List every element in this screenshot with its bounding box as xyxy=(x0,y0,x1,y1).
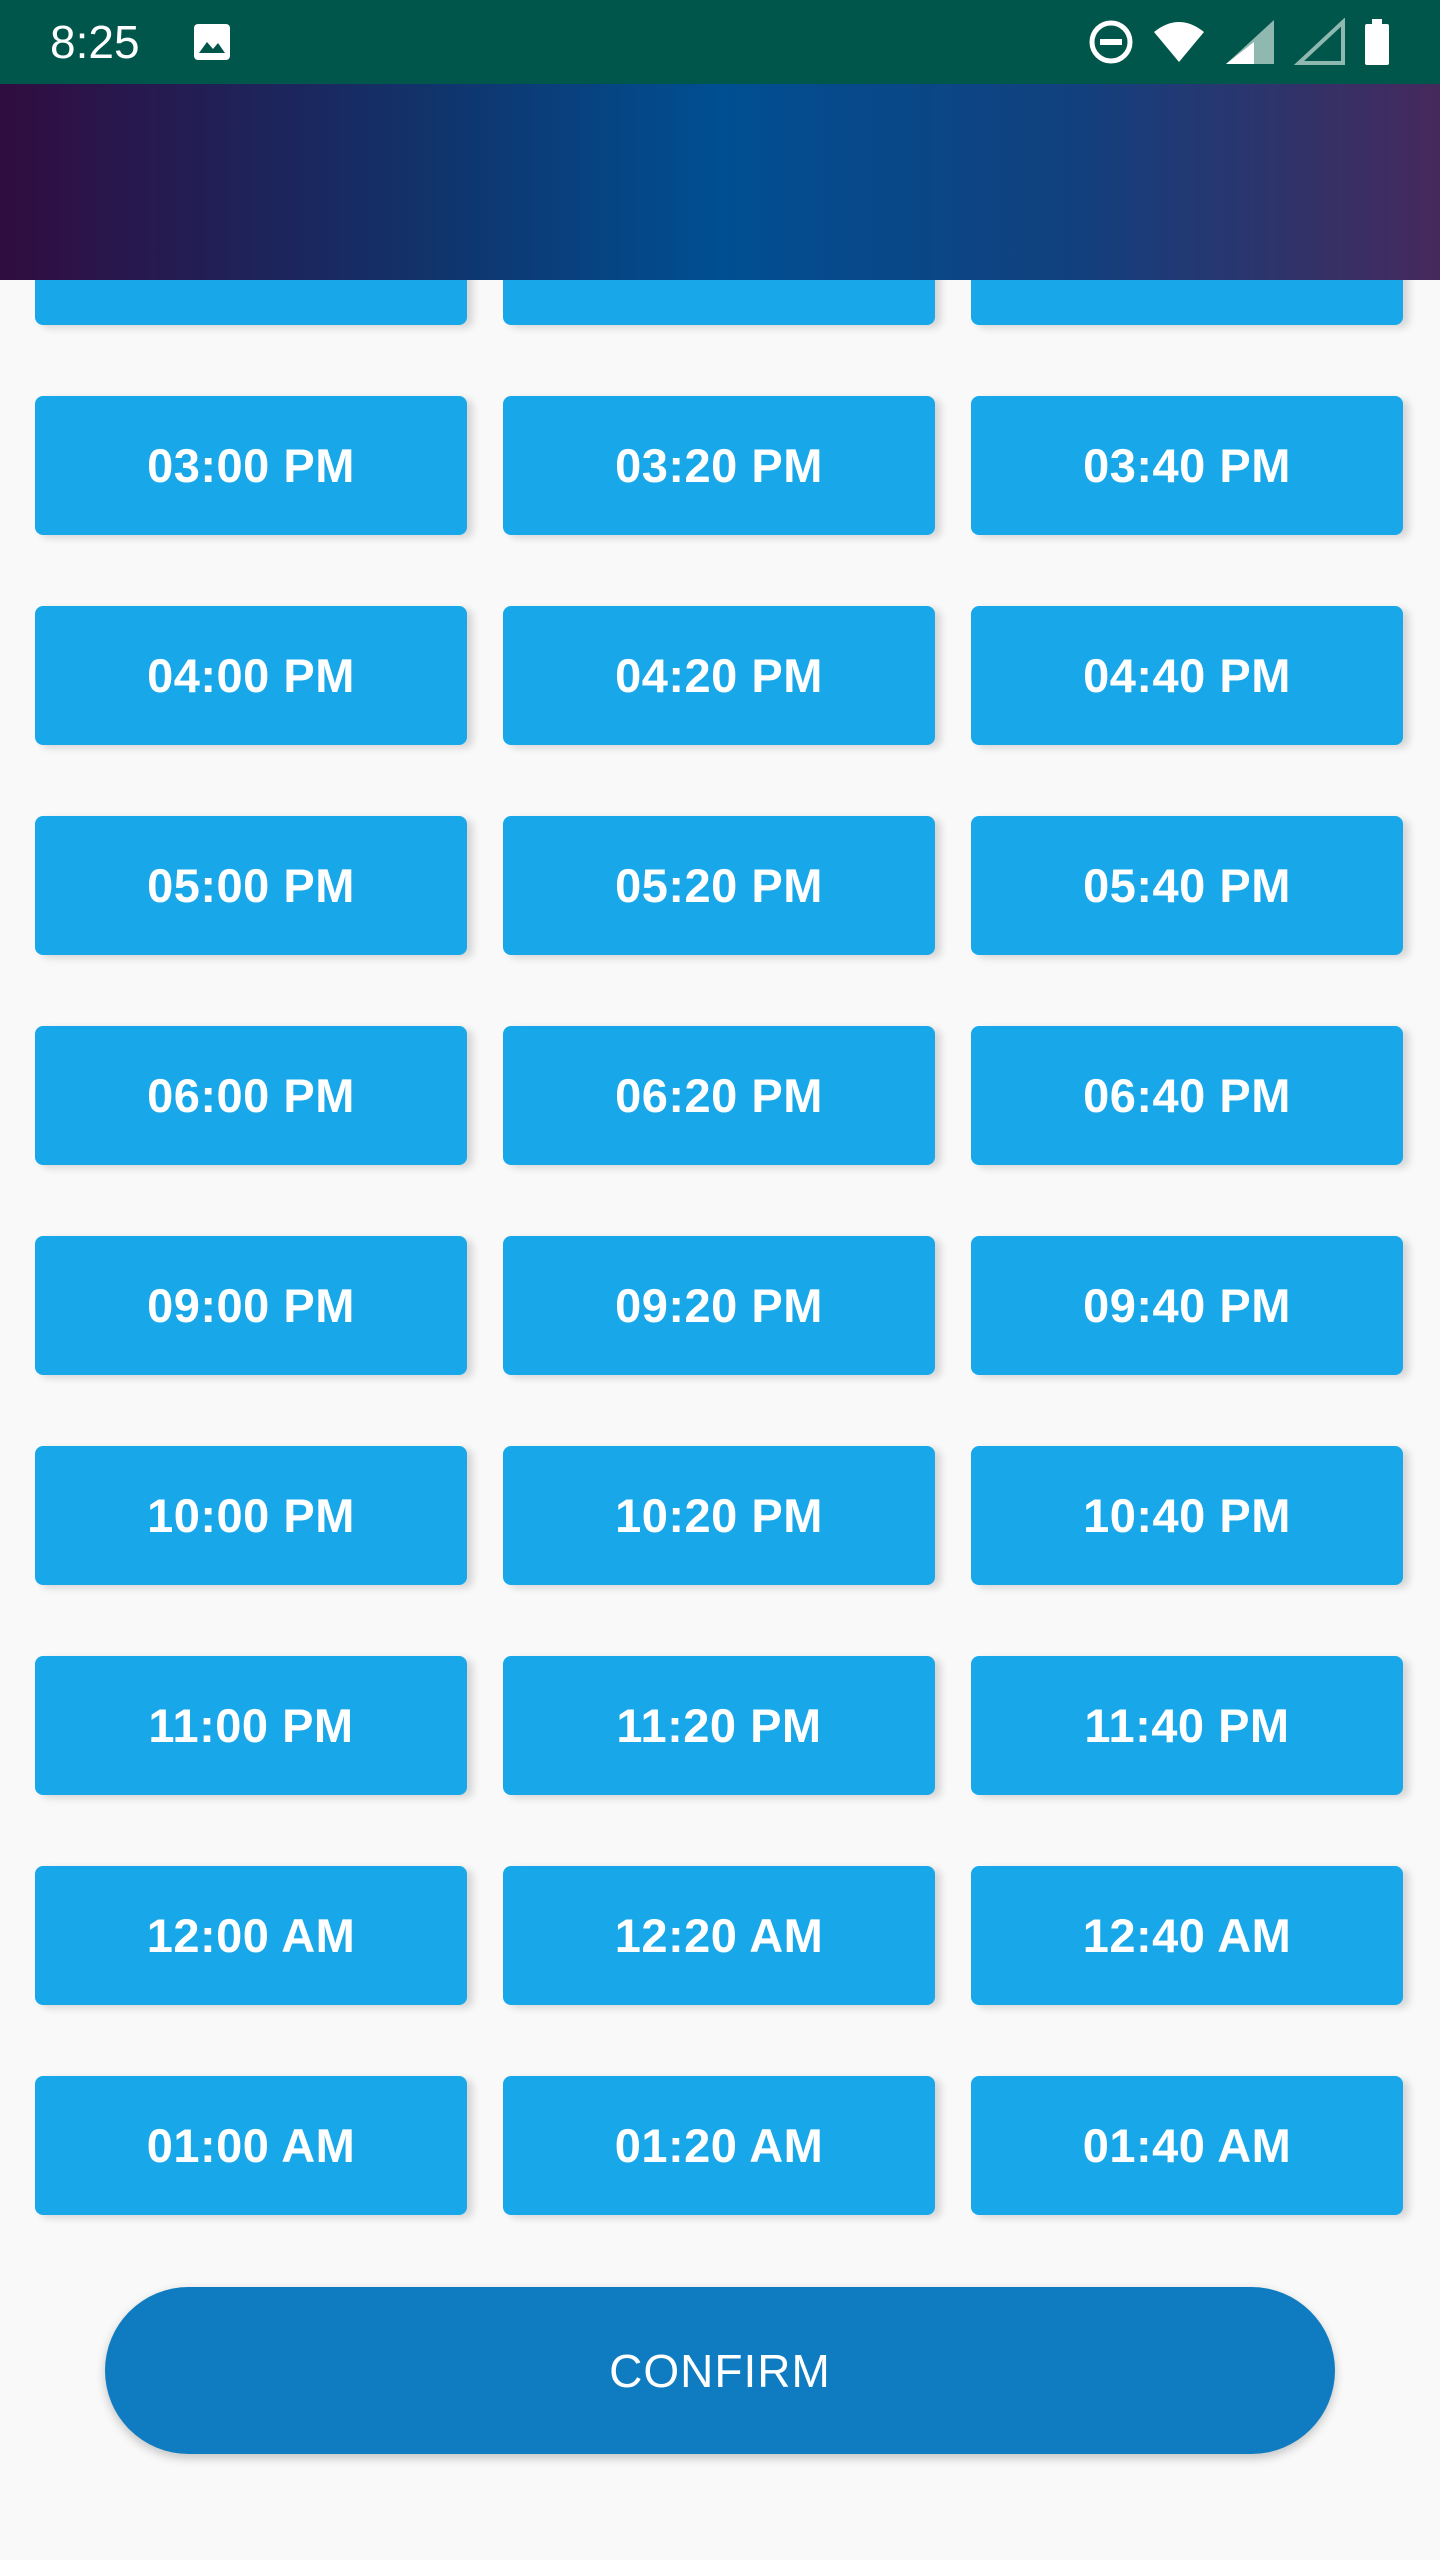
time-slot-button[interactable] xyxy=(971,280,1403,325)
time-slot-button[interactable]: 06:40 PM xyxy=(971,1026,1403,1165)
time-slot-grid: 03:00 PM 03:20 PM 03:40 PM 04:00 PM 04:2… xyxy=(0,280,1440,2240)
status-time: 8:25 xyxy=(50,16,140,68)
time-slot-button[interactable]: 04:20 PM xyxy=(503,606,935,745)
time-slot-button[interactable]: 09:40 PM xyxy=(971,1236,1403,1375)
time-slot-button[interactable]: 03:00 PM xyxy=(35,396,467,535)
wifi-icon xyxy=(1152,20,1206,64)
time-slot-button[interactable]: 10:40 PM xyxy=(971,1446,1403,1585)
time-slot-button[interactable] xyxy=(35,280,467,325)
confirm-button[interactable]: CONFIRM xyxy=(105,2287,1335,2454)
time-slot-button[interactable]: 12:40 AM xyxy=(971,1866,1403,2005)
time-slot-button[interactable]: 06:00 PM xyxy=(35,1026,467,1165)
do-not-disturb-icon xyxy=(1088,19,1134,65)
time-slot-button[interactable]: 11:20 PM xyxy=(503,1656,935,1795)
time-slot-button[interactable]: 05:40 PM xyxy=(971,816,1403,955)
header-banner xyxy=(0,84,1440,280)
time-slot-button[interactable]: 09:00 PM xyxy=(35,1236,467,1375)
time-slot-button[interactable]: 10:00 PM xyxy=(35,1446,467,1585)
time-slot-button[interactable]: 01:00 AM xyxy=(35,2076,467,2215)
time-slot-button[interactable]: 11:40 PM xyxy=(971,1656,1403,1795)
time-slot-button[interactable]: 05:20 PM xyxy=(503,816,935,955)
image-icon xyxy=(192,22,232,62)
time-slot-button[interactable]: 12:00 AM xyxy=(35,1866,467,2005)
time-slot-button[interactable]: 11:00 PM xyxy=(35,1656,467,1795)
time-slot-button[interactable]: 05:00 PM xyxy=(35,816,467,955)
time-slot-button[interactable]: 03:40 PM xyxy=(971,396,1403,535)
time-slot-button[interactable]: 03:20 PM xyxy=(503,396,935,535)
time-slot-button[interactable]: 12:20 AM xyxy=(503,1866,935,2005)
time-slot-button[interactable]: 10:20 PM xyxy=(503,1446,935,1585)
status-bar: 8:25 xyxy=(0,0,1440,84)
time-slot-button[interactable]: 04:00 PM xyxy=(35,606,467,745)
time-slot-button[interactable]: 01:40 AM xyxy=(971,2076,1403,2215)
battery-icon xyxy=(1364,18,1390,66)
time-slot-button[interactable]: 09:20 PM xyxy=(503,1236,935,1375)
signal-empty-icon xyxy=(1294,18,1346,66)
time-slot-button[interactable] xyxy=(503,280,935,325)
time-slot-button[interactable]: 06:20 PM xyxy=(503,1026,935,1165)
signal-icon xyxy=(1224,18,1276,66)
status-icons xyxy=(1088,16,1390,68)
time-slot-button[interactable]: 01:20 AM xyxy=(503,2076,935,2215)
time-slot-button[interactable]: 04:40 PM xyxy=(971,606,1403,745)
